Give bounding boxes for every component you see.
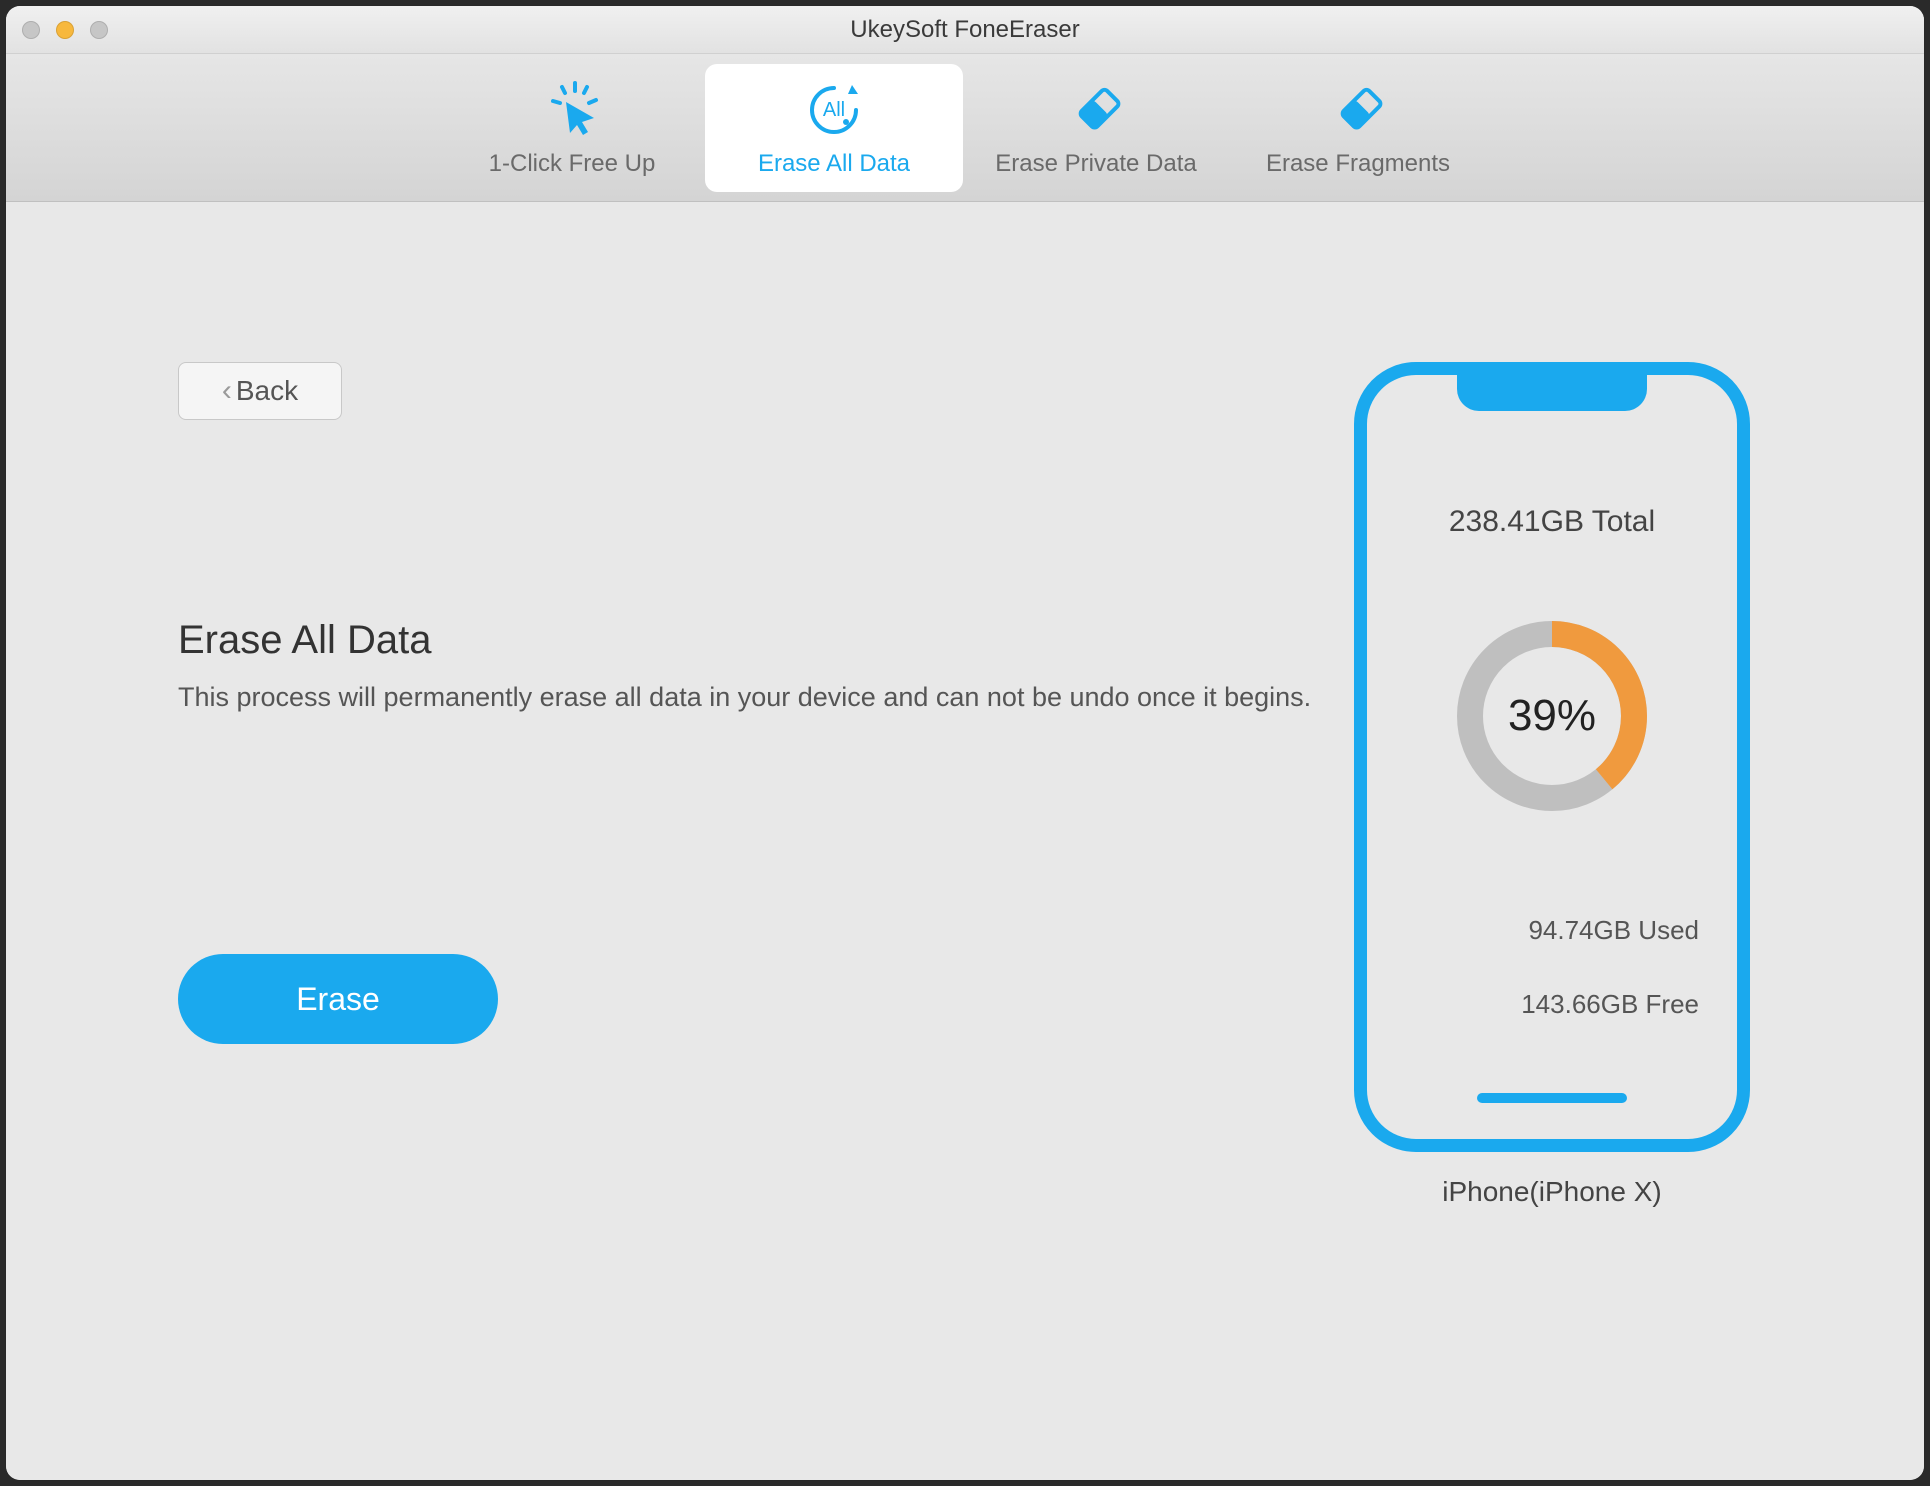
back-label: Back [236, 375, 298, 407]
svg-text:All: All [823, 99, 845, 121]
phone-notch [1457, 373, 1647, 411]
device-name: iPhone(iPhone X) [1354, 1176, 1750, 1208]
storage-used: 94.74GB Used [1528, 915, 1699, 946]
storage-total: 238.41GB Total [1367, 505, 1737, 539]
window-zoom-button[interactable] [90, 21, 108, 39]
page-description: This process will permanently erase all … [178, 682, 1311, 713]
app-window: UkeySoft FoneEraser [6, 6, 1924, 1480]
window-minimize-button[interactable] [56, 21, 74, 39]
device-graphic: 238.41GB Total 39% 94.74GB Used 143.66GB… [1354, 362, 1750, 1152]
storage-free: 143.66GB Free [1521, 989, 1699, 1020]
tab-label: Erase All Data [758, 150, 910, 178]
storage-percent: 39% [1449, 613, 1655, 819]
erase-button[interactable]: Erase [178, 954, 498, 1044]
erase-all-icon: All [804, 78, 864, 138]
eraser-private-icon [1066, 78, 1126, 138]
tab-erase-private-data[interactable]: Erase Private Data [967, 64, 1225, 192]
one-click-cursor-icon [542, 78, 602, 138]
content-area: ‹ Back Erase All Data This process will … [6, 202, 1924, 1480]
tab-label: 1-Click Free Up [489, 150, 656, 178]
window-close-button[interactable] [22, 21, 40, 39]
storage-donut-chart: 39% [1449, 613, 1655, 819]
titlebar: UkeySoft FoneEraser [6, 6, 1924, 54]
tab-label: Erase Fragments [1266, 150, 1450, 178]
traffic-lights [22, 21, 108, 39]
toolbar: 1-Click Free Up All Erase All Data [6, 54, 1924, 202]
erase-label: Erase [296, 981, 380, 1017]
tab-erase-all-data[interactable]: All Erase All Data [705, 64, 963, 192]
page-title: Erase All Data [178, 618, 431, 663]
tab-1-click-free-up[interactable]: 1-Click Free Up [443, 64, 701, 192]
eraser-fragments-icon [1328, 78, 1388, 138]
tab-erase-fragments[interactable]: Erase Fragments [1229, 64, 1487, 192]
phone-home-indicator [1477, 1093, 1627, 1103]
window-title: UkeySoft FoneEraser [6, 16, 1924, 44]
tab-label: Erase Private Data [995, 150, 1196, 178]
chevron-left-icon: ‹ [222, 374, 232, 408]
back-button[interactable]: ‹ Back [178, 362, 342, 420]
